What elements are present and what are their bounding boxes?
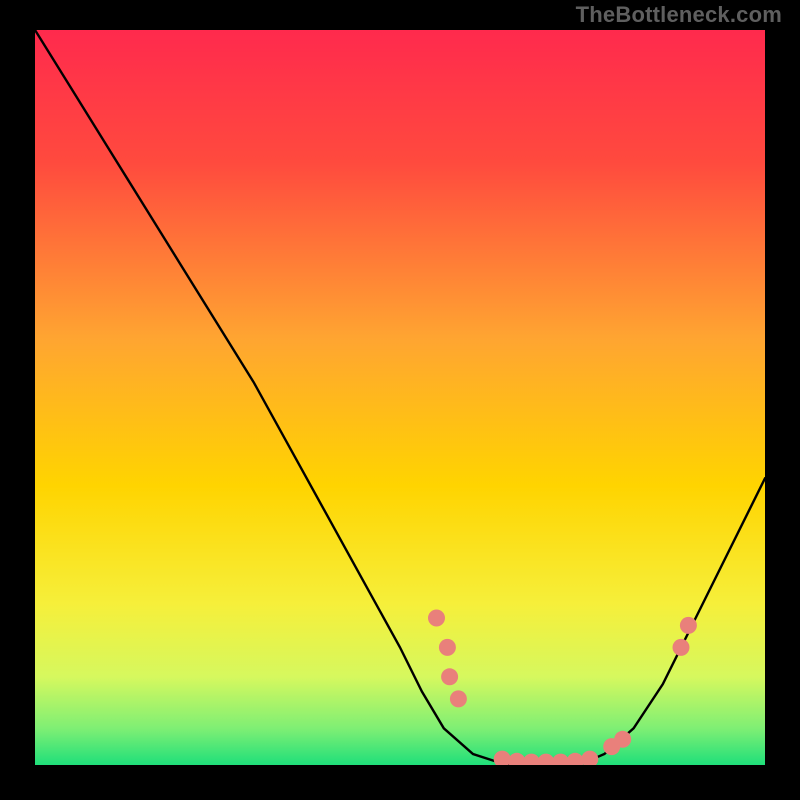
chart-svg	[35, 30, 765, 765]
gradient-background	[35, 30, 765, 765]
data-dot	[614, 731, 631, 748]
data-dot	[439, 639, 456, 656]
data-dot	[673, 639, 690, 656]
plot-area	[35, 30, 765, 765]
data-dot	[450, 690, 467, 707]
data-dot	[428, 610, 445, 627]
data-dot	[680, 617, 697, 634]
watermark-label: TheBottleneck.com	[576, 2, 782, 28]
chart-container: TheBottleneck.com	[0, 0, 800, 800]
data-dot	[441, 668, 458, 685]
